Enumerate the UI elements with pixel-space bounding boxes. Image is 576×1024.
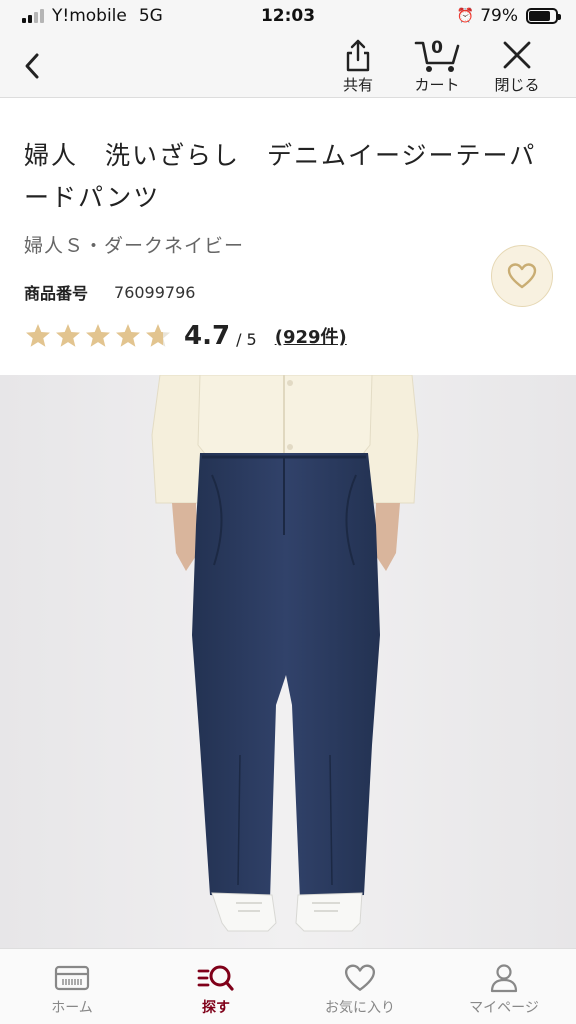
product-title: 婦人 洗いざらし デニムイージーテーパードパンツ [24, 141, 537, 212]
home-card-icon [54, 965, 90, 991]
battery-percent: 79% [480, 6, 518, 26]
product-code-row: 商品番号 76099796 [24, 280, 195, 304]
product-code-label: 商品番号 [24, 284, 89, 303]
status-bar: Y!mobile 5G 12:03 ⏰ 79% [0, 0, 576, 34]
status-right: ⏰ 79% [456, 6, 561, 26]
alarm-icon: ⏰ [456, 8, 475, 24]
product-info: 婦人 洗いざらし デニムイージーテーパードパンツ 婦人Ｓ・ダークネイビー 商品番… [0, 99, 576, 375]
close-button[interactable]: 閉じる [479, 36, 555, 96]
battery-icon [526, 8, 561, 24]
share-label: 共有 [342, 76, 373, 94]
cart-label: カート [414, 76, 460, 94]
star-icon [56, 324, 80, 347]
cart-button[interactable]: 0 カート [399, 36, 475, 96]
tab-mypage[interactable]: マイページ [432, 949, 576, 1024]
star-icon [146, 324, 170, 347]
product-variant: 婦人Ｓ・ダークネイビー [24, 235, 245, 257]
rating-value: 4.7 [184, 321, 231, 351]
product-image[interactable] [0, 375, 576, 948]
battery-fill [529, 11, 550, 21]
rating-row: 4.7 / 5 (929件) [24, 321, 347, 351]
tab-mypage-label: マイページ [469, 1000, 539, 1016]
share-icon [346, 39, 370, 72]
tab-bar: ホーム 探す お気に入り マイページ [0, 948, 576, 1024]
tab-favorites-label: お気に入り [325, 1000, 395, 1016]
star-icon [86, 324, 110, 347]
favorite-button[interactable] [491, 245, 553, 307]
cart-count-badge: 0 [431, 38, 443, 58]
tab-search[interactable]: 探す [144, 949, 288, 1024]
product-code-value: 76099796 [114, 282, 196, 302]
tab-home-label: ホーム [51, 1000, 93, 1016]
star-icon [26, 324, 50, 347]
tab-home[interactable]: ホーム [0, 949, 144, 1024]
tab-favorites[interactable]: お気に入り [288, 949, 432, 1024]
back-button[interactable] [14, 46, 50, 86]
model-wearing-pants-image [0, 375, 576, 948]
heart-icon [344, 964, 376, 991]
nav-bar: 共有 0 カート 閉じる [0, 34, 576, 98]
close-icon [503, 41, 531, 69]
review-count-link[interactable]: (929件) [275, 323, 347, 349]
share-button[interactable]: 共有 [320, 36, 396, 96]
user-icon [490, 964, 518, 993]
rating-stars [24, 322, 172, 350]
chevron-left-icon [25, 53, 39, 79]
search-icon [197, 965, 234, 991]
close-label: 閉じる [494, 76, 540, 94]
rating-max: / 5 [236, 329, 257, 349]
star-icon [116, 324, 140, 347]
tab-search-label: 探す [202, 1000, 230, 1016]
heart-icon [507, 263, 537, 289]
